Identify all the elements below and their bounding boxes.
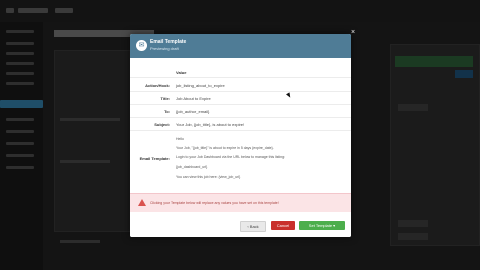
back-button[interactable]: ‹ Back: [240, 221, 266, 232]
subject-label: Subject:: [154, 122, 170, 127]
to-value: {job_author_email}: [176, 109, 210, 114]
envelope-icon: ✉: [136, 40, 147, 51]
warning-icon: [138, 199, 146, 206]
background-button: [398, 220, 428, 227]
sidebar-item: [6, 52, 34, 55]
email-template-row: Email Template: Hello Your Job, "{job_ti…: [130, 131, 351, 191]
action-hook-value: job_listing_about_to_expire: [176, 83, 225, 88]
sidebar-item: [6, 118, 34, 121]
email-template-label: Email Template:: [139, 156, 170, 161]
sidebar-item: [6, 166, 34, 169]
background-update-button: [455, 70, 473, 78]
title-row: Title: Job About to Expire: [130, 92, 351, 105]
action-hook-label: Action/Hook:: [145, 83, 170, 88]
background-publish-button: [395, 56, 473, 67]
admin-bar-item: [55, 8, 73, 13]
sidebar-item: [6, 62, 34, 65]
modal-title: Email Template: [150, 39, 187, 45]
template-line: Hello: [176, 137, 184, 141]
background-line: [60, 118, 120, 121]
cancel-button[interactable]: Cancel: [271, 221, 295, 230]
to-label: To:: [164, 109, 170, 114]
sidebar-item: [6, 42, 34, 45]
sidebar-item-active: [0, 100, 43, 108]
background-button: [398, 104, 428, 111]
sidebar-item: [6, 30, 34, 33]
title-label: Title:: [160, 96, 170, 101]
warning-alert: Clicking your Template below will replac…: [130, 193, 351, 213]
sidebar-item: [6, 154, 34, 157]
modal-subtitle: Previewing draft: [150, 46, 179, 51]
admin-bar: [0, 0, 480, 22]
wordpress-logo-icon: [6, 8, 14, 13]
title-value: Job About to Expire: [176, 96, 211, 101]
value-column-header: Value: [176, 70, 187, 75]
sidebar-item: [6, 130, 34, 133]
to-row: To: {job_author_email}: [130, 105, 351, 118]
subject-row: Subject: Your Job, {job_title}, is about…: [130, 118, 351, 131]
modal-footer: ‹ Back Cancel Set Template ▾: [130, 212, 351, 237]
site-name: [18, 8, 48, 13]
template-line: {job_dashboard_url}: [176, 165, 208, 169]
email-template-modal: ✉ Email Template Previewing draft Value …: [130, 34, 351, 237]
admin-sidebar: [0, 22, 43, 270]
value-header-row: Value: [130, 67, 351, 78]
modal-header: ✉ Email Template Previewing draft: [130, 34, 351, 58]
template-line: Your Job, "{job_title}" is about to expi…: [176, 146, 274, 150]
set-template-button[interactable]: Set Template ▾: [299, 221, 345, 230]
modal-body: Value Action/Hook: job_listing_about_to_…: [130, 58, 351, 193]
sidebar-item: [6, 142, 34, 145]
background-panel: [54, 50, 132, 232]
background-line: [60, 240, 100, 243]
template-line: Login to your Job Dashboard via the URL …: [176, 155, 286, 159]
subject-value: Your Job, {job_title}, is about to expir…: [176, 122, 245, 127]
action-hook-row: Action/Hook: job_listing_about_to_expire: [130, 79, 351, 92]
sidebar-item: [6, 72, 34, 75]
warning-text: Clicking your Template below will replac…: [150, 201, 279, 205]
background-line: [60, 160, 110, 163]
background-button: [398, 233, 428, 240]
sidebar-item: [6, 82, 34, 85]
template-line: You can view this job here: {view_job_ur…: [176, 175, 241, 179]
